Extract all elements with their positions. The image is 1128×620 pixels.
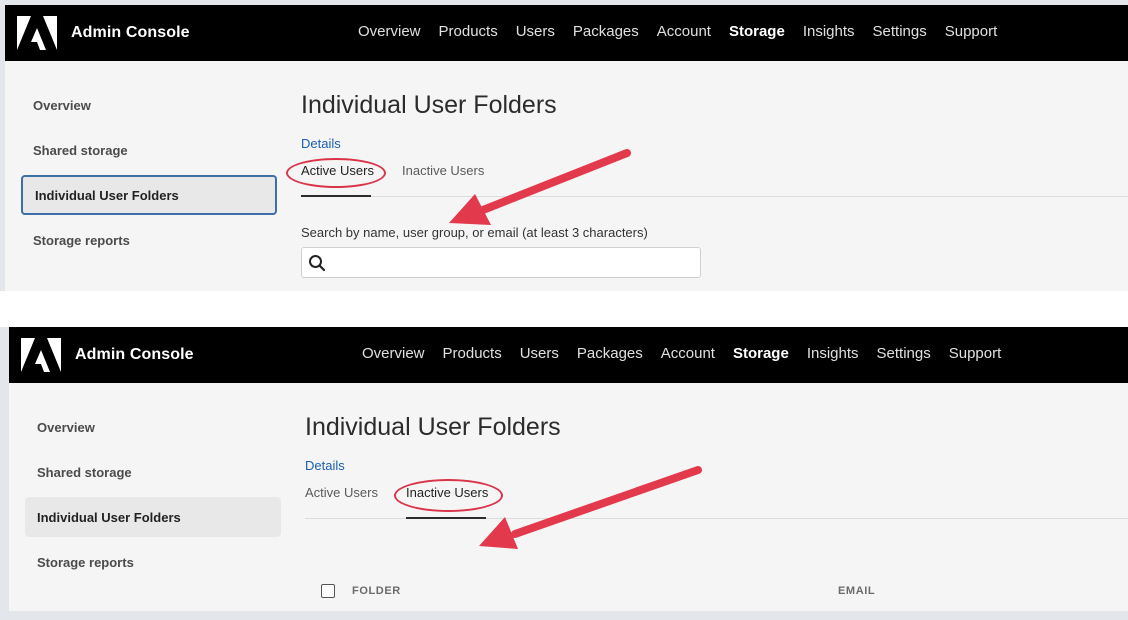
select-all-checkbox[interactable]: [321, 584, 335, 598]
app-title: Admin Console: [71, 24, 190, 41]
screenshot-bottom-strip: [0, 611, 1128, 620]
user-tabs: Active Users Inactive Users: [301, 163, 1128, 197]
main-content: Individual User Folders Details Active U…: [305, 327, 1128, 611]
page-title: Individual User Folders: [301, 91, 557, 119]
sidebar: Overview Shared storage Individual User …: [21, 85, 277, 265]
screenshot-gap: [0, 291, 1128, 327]
sidebar-item-overview[interactable]: Overview: [21, 85, 277, 125]
sidebar-item-individual-user-folders[interactable]: Individual User Folders: [25, 497, 281, 537]
details-link[interactable]: Details: [301, 136, 341, 151]
page-title: Individual User Folders: [305, 413, 561, 441]
tab-active-users[interactable]: Active Users: [305, 485, 378, 500]
sidebar-item-storage-reports[interactable]: Storage reports: [25, 542, 281, 582]
tab-active-indicator: [301, 195, 371, 197]
tab-active-indicator: [406, 517, 486, 519]
search-input[interactable]: [332, 250, 692, 275]
adobe-logo-icon[interactable]: [21, 338, 61, 372]
details-link[interactable]: Details: [305, 458, 345, 473]
app-title: Admin Console: [75, 346, 194, 363]
tab-active-users[interactable]: Active Users: [301, 163, 374, 178]
tab-inactive-users[interactable]: Inactive Users: [402, 163, 484, 178]
user-tabs: Active Users Inactive Users: [305, 485, 1128, 519]
main-content: Individual User Folders Details Active U…: [286, 5, 1128, 291]
column-header-email[interactable]: EMAIL: [838, 585, 875, 597]
sidebar-item-shared-storage[interactable]: Shared storage: [21, 130, 277, 170]
table-header: FOLDER EMAIL: [321, 583, 1128, 601]
screenshot-panel-active-users: Admin Console Overview Products Users Pa…: [5, 5, 1128, 291]
search-field[interactable]: [301, 247, 701, 278]
search-label: Search by name, user group, or email (at…: [301, 225, 648, 240]
search-icon: [309, 255, 326, 272]
adobe-logo-icon[interactable]: [17, 16, 57, 50]
sidebar-item-shared-storage[interactable]: Shared storage: [25, 452, 281, 492]
sidebar-item-overview[interactable]: Overview: [25, 407, 281, 447]
tab-inactive-users[interactable]: Inactive Users: [406, 485, 488, 500]
sidebar-item-individual-user-folders[interactable]: Individual User Folders: [21, 175, 277, 215]
sidebar: Overview Shared storage Individual User …: [25, 407, 281, 587]
screenshot-panel-inactive-users: Admin Console Overview Products Users Pa…: [9, 327, 1128, 611]
sidebar-item-storage-reports[interactable]: Storage reports: [21, 220, 277, 260]
column-header-folder[interactable]: FOLDER: [352, 585, 401, 597]
